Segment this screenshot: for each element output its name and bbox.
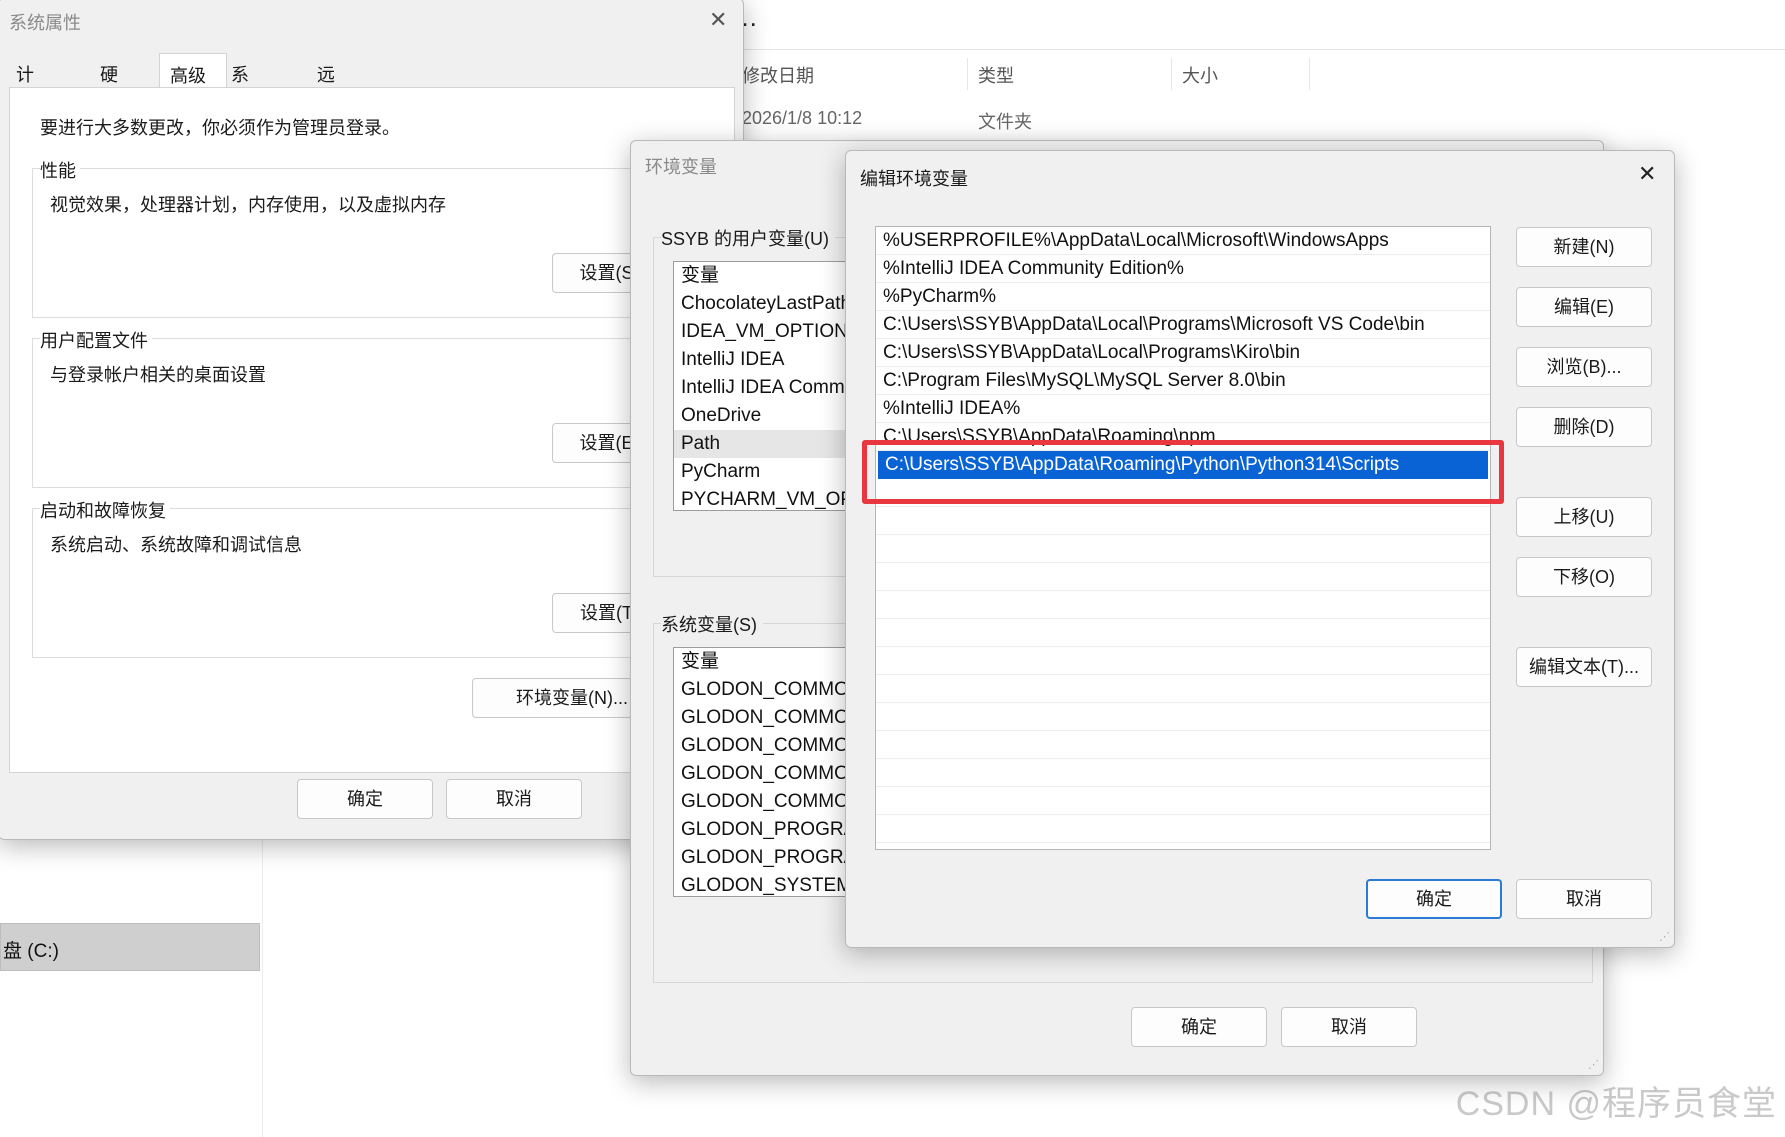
empty-row[interactable] [876, 507, 1490, 535]
dialog-title: 编辑环境变量 [860, 169, 968, 189]
advanced-tab-panel: 要进行大多数更改，你必须作为管理员登录。 性能 视觉效果，处理器计划，内存使用，… [9, 87, 735, 773]
path-entry[interactable]: %IntelliJ IDEA Community Edition% [876, 255, 1490, 283]
tab-advanced[interactable]: 高级 [159, 53, 227, 88]
sidebar-item-drive-c[interactable]: 盘 (C:) [0, 923, 260, 971]
edit-environment-variable-dialog: 编辑环境变量 ✕ %USERPROFILE%\AppData\Local\Mic… [845, 150, 1675, 948]
new-button[interactable]: 新建(N) [1516, 227, 1652, 267]
column-header-modified-date[interactable]: 修改日期 [742, 58, 968, 90]
resize-grip-icon[interactable]: ⋰ [1588, 1058, 1599, 1071]
user-profiles-description: 与登录帐户相关的桌面设置 [50, 365, 266, 385]
empty-row[interactable] [876, 619, 1490, 647]
admin-note: 要进行大多数更改，你必须作为管理员登录。 [40, 118, 400, 138]
edit-button[interactable]: 编辑(E) [1516, 287, 1652, 327]
delete-button[interactable]: 删除(D) [1516, 407, 1652, 447]
ok-button[interactable]: 确定 [1131, 1007, 1267, 1047]
move-up-button[interactable]: 上移(U) [1516, 497, 1652, 537]
path-entry[interactable]: C:\Users\SSYB\AppData\Roaming\npm [876, 423, 1490, 451]
sidebar-divider [262, 840, 263, 1137]
close-icon[interactable]: ✕ [1638, 161, 1656, 187]
path-entry[interactable]: C:\Users\SSYB\AppData\Local\Programs\Kir… [876, 339, 1490, 367]
cancel-button[interactable]: 取消 [1516, 879, 1652, 919]
toolbar-divider [740, 49, 1785, 50]
ok-button[interactable]: 确定 [297, 779, 433, 819]
empty-row[interactable] [876, 759, 1490, 787]
startup-recovery-description: 系统启动、系统故障和调试信息 [50, 535, 302, 555]
path-entry[interactable]: C:\Users\SSYB\AppData\Local\Programs\Mic… [876, 311, 1490, 339]
watermark: CSDN @程序员食堂 [1455, 1085, 1777, 1123]
empty-row[interactable] [876, 703, 1490, 731]
ok-button[interactable]: 确定 [1366, 879, 1502, 919]
empty-row[interactable] [876, 731, 1490, 759]
empty-row[interactable] [876, 591, 1490, 619]
path-entry[interactable]: %USERPROFILE%\AppData\Local\Microsoft\Wi… [876, 227, 1490, 255]
startup-recovery-legend: 启动和故障恢复 [40, 497, 170, 523]
user-profiles-legend: 用户配置文件 [40, 327, 152, 353]
edit-text-button[interactable]: 编辑文本(T)... [1516, 647, 1652, 687]
empty-row[interactable] [876, 647, 1490, 675]
path-entry[interactable]: %PyCharm% [876, 283, 1490, 311]
empty-row[interactable] [876, 479, 1490, 507]
close-icon[interactable]: ✕ [709, 7, 727, 33]
cancel-button[interactable]: 取消 [446, 779, 582, 819]
column-header-size[interactable]: 大小 [1182, 58, 1310, 90]
file-type: 文件夹 [978, 112, 1032, 132]
cancel-button[interactable]: 取消 [1281, 1007, 1417, 1047]
dialog-title: 环境变量 [645, 157, 717, 177]
user-variables-label: SSYB 的用户变量(U) [661, 225, 836, 251]
file-modified-date: 2026/1/8 10:12 [742, 108, 863, 128]
empty-row[interactable] [876, 815, 1490, 843]
empty-row[interactable] [876, 535, 1490, 563]
system-variables-label: 系统变量(S) [661, 611, 763, 637]
column-header-type[interactable]: 类型 [978, 58, 1172, 90]
path-entry-selected[interactable]: C:\Users\SSYB\AppData\Roaming\Python\Pyt… [878, 451, 1488, 479]
performance-legend: 性能 [40, 157, 80, 183]
empty-row[interactable] [876, 563, 1490, 591]
resize-grip-icon[interactable]: ⋰ [1659, 930, 1670, 943]
user-variables-label-text: SSYB 的用户变量(U) [661, 229, 830, 249]
path-entries-list[interactable]: %USERPROFILE%\AppData\Local\Microsoft\Wi… [875, 226, 1491, 850]
dialog-title: 系统属性 [9, 13, 81, 33]
empty-row[interactable] [876, 787, 1490, 815]
performance-description: 视觉效果，处理器计划，内存使用，以及虚拟内存 [50, 195, 446, 215]
path-entry[interactable]: %IntelliJ IDEA% [876, 395, 1490, 423]
path-entry[interactable]: C:\Program Files\MySQL\MySQL Server 8.0\… [876, 367, 1490, 395]
move-down-button[interactable]: 下移(O) [1516, 557, 1652, 597]
browse-button[interactable]: 浏览(B)... [1516, 347, 1652, 387]
empty-row[interactable] [876, 675, 1490, 703]
